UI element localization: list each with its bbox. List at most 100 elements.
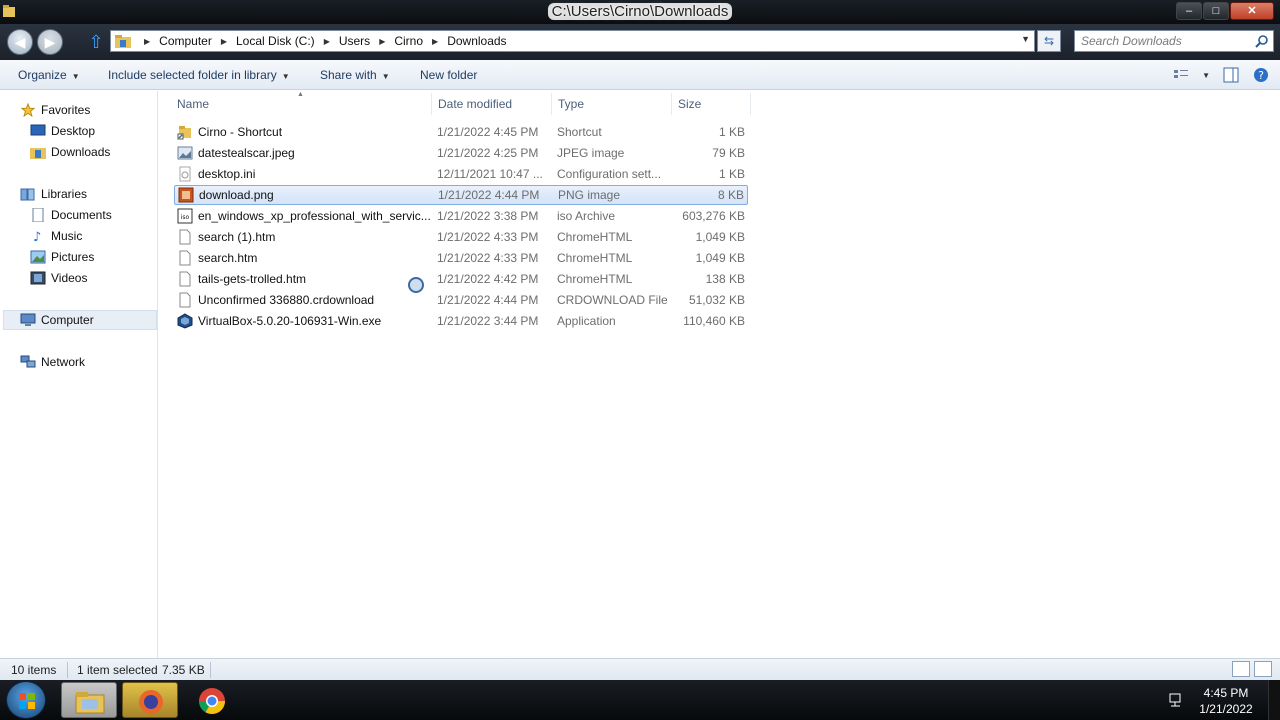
navigation-pane: Favorites Desktop Downloads Libraries Do… (0, 91, 158, 658)
maximize-button[interactable]: □ (1203, 2, 1229, 20)
file-type: Configuration sett... (557, 167, 662, 181)
start-button[interactable] (6, 681, 46, 719)
breadcrumb-users[interactable]: Users (339, 34, 370, 48)
file-name: datestealscar.jpeg (198, 146, 295, 160)
sidebar-item-label: Computer (41, 313, 94, 327)
file-name: search.htm (198, 251, 258, 265)
sidebar-item-pictures[interactable]: Pictures (30, 247, 94, 267)
file-row[interactable]: download.png 1/21/2022 4:44 PM PNG image 8 … (174, 185, 748, 205)
window-title: C:\Users\Cirno\Downloads (0, 3, 1280, 20)
up-folder-button[interactable]: ⇧ (86, 32, 106, 52)
breadcrumb: ▶ Computer ▶ Local Disk (C:) ▶ Users ▶ C… (135, 34, 507, 48)
share-with-button[interactable]: Share with ▼ (320, 68, 390, 82)
breadcrumb-computer[interactable]: Computer (159, 34, 212, 48)
file-row[interactable]: Cirno - Shortcut 1/21/2022 4:45 PM Shortcu… (174, 122, 748, 142)
chevron-right-icon[interactable]: ▶ (379, 37, 385, 46)
network-tray-icon[interactable] (1168, 692, 1184, 708)
show-desktop-button[interactable] (1268, 680, 1280, 720)
file-type: iso Archive (557, 209, 616, 223)
search-icon[interactable] (1255, 34, 1269, 48)
column-divider[interactable] (551, 93, 552, 115)
virtualbox-icon (177, 313, 193, 329)
refresh-button[interactable]: ⇆ (1037, 30, 1061, 52)
file-date: 1/21/2022 4:44 PM (437, 293, 539, 307)
sidebar-item-network[interactable]: Network (20, 352, 85, 372)
file-name: Unconfirmed 336880.crdownload (198, 293, 375, 307)
item-count: 10 items (11, 663, 57, 677)
file-name: VirtualBox-5.0.20-106931-Win.exe (198, 314, 382, 328)
file-row[interactable]: search.htm 1/21/2022 4:33 PM ChromeHTML 1,0… (174, 248, 748, 268)
address-bar[interactable]: ▶ Computer ▶ Local Disk (C:) ▶ Users ▶ C… (110, 30, 1035, 52)
file-row[interactable]: desktop.ini 12/11/2021 10:47 ... Configura… (174, 164, 748, 184)
explorer-icon (75, 692, 105, 714)
chevron-right-icon[interactable]: ▶ (324, 37, 330, 46)
taskbar-explorer[interactable] (61, 682, 117, 718)
file-type: JPEG image (557, 146, 625, 160)
sidebar-item-favorites[interactable]: Favorites (20, 100, 90, 120)
column-divider[interactable] (750, 93, 751, 115)
breadcrumb-downloads[interactable]: Downloads (447, 34, 506, 48)
sidebar-item-label: Downloads (51, 145, 111, 159)
sidebar-item-music[interactable]: ♪ Music (30, 226, 82, 246)
star-icon (20, 103, 36, 117)
new-folder-button[interactable]: New folder (420, 68, 477, 82)
file-size: 138 KB (705, 272, 745, 286)
chevron-right-icon[interactable]: ▶ (432, 37, 438, 46)
forward-button[interactable]: ▶ (37, 29, 63, 55)
taskbar: 4:45 PM 1/21/2022 (0, 680, 1280, 720)
file-list: ▲ Name Date modified Type Size Cirno - S… (160, 91, 1280, 658)
sidebar-item-libraries[interactable]: Libraries (20, 184, 87, 204)
desktop-icon (30, 124, 46, 136)
chevron-right-icon[interactable]: ▶ (221, 37, 227, 46)
help-icon[interactable]: ? (1252, 66, 1270, 84)
file-date: 1/21/2022 4:44 PM (438, 188, 540, 202)
file-row[interactable]: tails-gets-trolled.htm 1/21/2022 4:42 PM C… (174, 269, 748, 289)
column-header-name[interactable]: Name (177, 97, 209, 115)
column-header-type[interactable]: Type (558, 97, 584, 115)
column-header-date[interactable]: Date modified (438, 97, 512, 115)
large-icons-view-icon[interactable] (1254, 661, 1272, 677)
organize-button[interactable]: Organize ▼ (18, 68, 80, 82)
sidebar-item-documents[interactable]: Documents (30, 205, 112, 225)
mouse-cursor (408, 277, 424, 293)
file-row[interactable]: iso en_windows_xp_professional_with_servi… (174, 206, 748, 226)
minimize-button[interactable]: – (1176, 2, 1202, 20)
status-divider (67, 662, 68, 678)
chrome-icon (198, 688, 226, 715)
file-type: Application (557, 314, 616, 328)
search-input[interactable]: Search Downloads (1074, 30, 1274, 52)
selection-size: 7.35 KB (162, 663, 205, 677)
chevron-down-icon[interactable]: ▼ (1202, 71, 1210, 80)
include-in-library-button[interactable]: Include selected folder in library ▼ (108, 68, 290, 82)
file-date: 1/21/2022 4:33 PM (437, 251, 539, 265)
close-button[interactable]: ✕ (1230, 2, 1274, 20)
sidebar-item-videos[interactable]: Videos (30, 268, 87, 288)
column-divider[interactable] (671, 93, 672, 115)
document-icon (177, 292, 193, 308)
file-name: download.png (199, 188, 274, 202)
taskbar-chrome[interactable] (184, 682, 240, 718)
system-clock[interactable]: 4:45 PM 1/21/2022 (1196, 685, 1256, 717)
preview-pane-icon[interactable] (1222, 66, 1240, 84)
column-divider[interactable] (431, 93, 432, 115)
sidebar-item-downloads[interactable]: Downloads (30, 142, 110, 162)
chevron-down-icon[interactable]: ▼ (1021, 34, 1030, 44)
view-options-icon[interactable] (1172, 66, 1190, 84)
file-type: ChromeHTML (557, 272, 633, 286)
file-row[interactable]: VirtualBox-5.0.20-106931-Win.exe 1/21/202… (174, 311, 748, 331)
taskbar-firefox[interactable] (122, 682, 178, 718)
sidebar-item-computer[interactable]: Computer (3, 310, 157, 330)
breadcrumb-cirno[interactable]: Cirno (394, 34, 423, 48)
search-placeholder: Search Downloads (1081, 34, 1182, 48)
file-name: en_windows_xp_professional_with_servic..… (198, 209, 431, 223)
file-size: 1,049 KB (695, 230, 745, 244)
back-button[interactable]: ◀ (7, 29, 33, 55)
details-view-icon[interactable] (1232, 661, 1250, 677)
breadcrumb-local-disk[interactable]: Local Disk (C:) (236, 34, 315, 48)
file-type: PNG image (558, 188, 621, 202)
column-header-size[interactable]: Size (678, 97, 701, 115)
file-row[interactable]: Unconfirmed 336880.crdownload 1/21/2022 4… (174, 290, 748, 310)
sidebar-item-desktop[interactable]: Desktop (30, 121, 95, 141)
file-row[interactable]: datestealscar.jpeg 1/21/2022 4:25 PM JPEG … (174, 143, 748, 163)
file-row[interactable]: search (1).htm 1/21/2022 4:33 PM ChromeHTM… (174, 227, 748, 247)
